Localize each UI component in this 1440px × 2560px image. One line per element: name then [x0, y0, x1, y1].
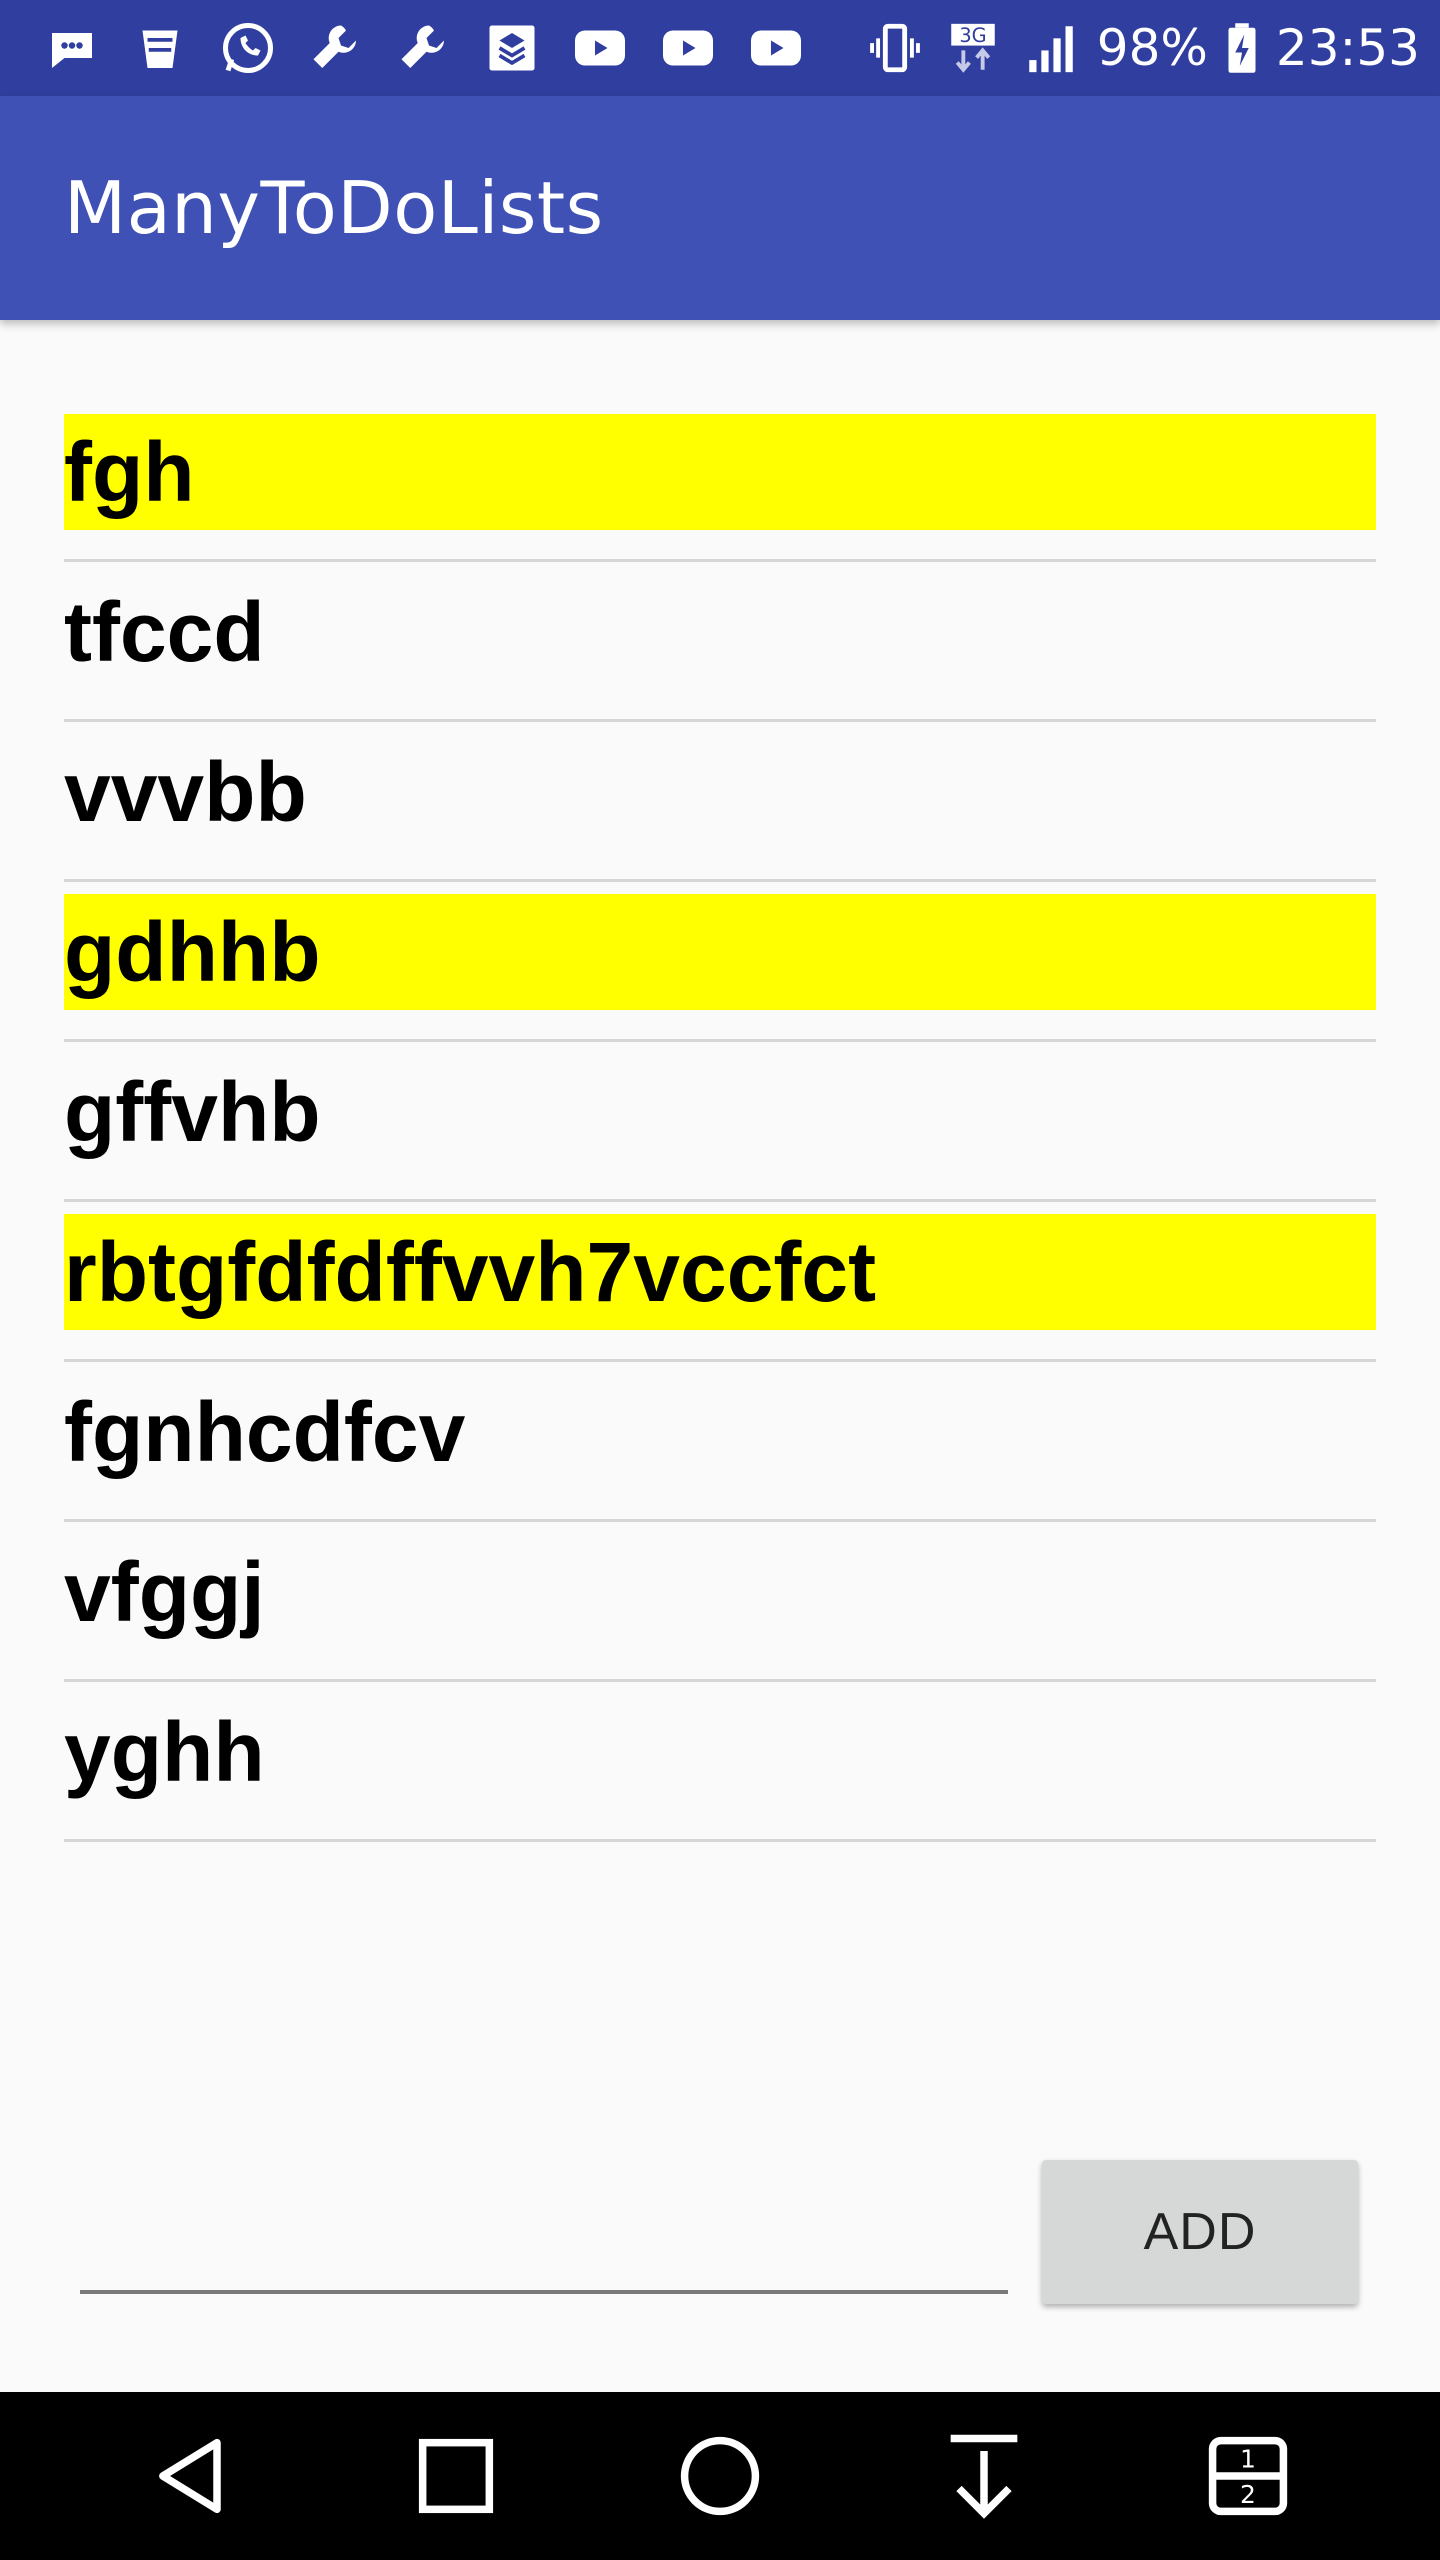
wrench-icon [304, 16, 368, 80]
home-icon[interactable] [660, 2416, 780, 2536]
dual-window-icon[interactable]: 12 [1188, 2416, 1308, 2536]
signal-icon [1019, 16, 1083, 80]
youtube-icon [656, 16, 720, 80]
app-title: ManyToDoLists [64, 166, 604, 250]
status-bar: 3G 98% 23:53 [0, 0, 1440, 96]
todo-item[interactable]: gdhhb [64, 882, 1376, 1042]
message-icon [40, 16, 104, 80]
todo-item[interactable]: gffvhb [64, 1042, 1376, 1202]
battery-charging-icon [1222, 16, 1262, 80]
new-item-input[interactable] [80, 2150, 1008, 2294]
vibrate-icon [863, 16, 927, 80]
todo-item[interactable]: vvvbb [64, 722, 1376, 882]
svg-text:1: 1 [1240, 2445, 1256, 2474]
todo-item[interactable]: fgnhcdfcv [64, 1362, 1376, 1522]
todo-list: fgh tfccd vvvbb gdhhb gffvhb rbtgfdfdffvvh7vc… [64, 402, 1376, 1842]
todo-item-text: vfggj [64, 1544, 265, 1639]
network-3g-icon: 3G [941, 16, 1005, 80]
clock: 23:53 [1275, 19, 1420, 77]
todo-item-text: rbtgfdfdffvvh7vccfct [64, 1213, 1376, 1330]
todo-item-text: gffvhb [64, 1064, 321, 1159]
todo-item-text: tfccd [64, 584, 265, 679]
battery-percent: 98% [1096, 19, 1208, 77]
todo-item-text: gdhhb [64, 893, 1376, 1010]
notification-pull-icon[interactable] [924, 2416, 1044, 2536]
back-icon[interactable] [132, 2416, 252, 2536]
todo-item[interactable]: tfccd [64, 562, 1376, 722]
todo-item[interactable]: fgh [64, 402, 1376, 562]
notification-icons [40, 16, 863, 80]
svg-text:3G: 3G [959, 24, 986, 47]
app-bar: ManyToDoLists [0, 96, 1440, 320]
trash-icon [128, 16, 192, 80]
youtube-icon [568, 16, 632, 80]
whatsapp-icon [216, 16, 280, 80]
system-status: 3G 98% 23:53 [863, 16, 1420, 80]
todo-item[interactable]: vfggj [64, 1522, 1376, 1682]
recents-icon[interactable] [396, 2416, 516, 2536]
add-button[interactable]: ADD [1042, 2160, 1358, 2304]
youtube-icon [744, 16, 808, 80]
todo-item-text: yghh [64, 1704, 265, 1799]
app-icon [480, 16, 544, 80]
todo-item-text: vvvbb [64, 744, 307, 839]
todo-item-text: fgh [64, 413, 1376, 530]
wrench-icon [392, 16, 456, 80]
todo-item[interactable]: yghh [64, 1682, 1376, 1842]
svg-text:2: 2 [1240, 2480, 1256, 2509]
todo-item-text: fgnhcdfcv [64, 1384, 466, 1479]
todo-item[interactable]: rbtgfdfdffvvh7vccfct [64, 1202, 1376, 1362]
navigation-bar: 12 [0, 2392, 1440, 2560]
